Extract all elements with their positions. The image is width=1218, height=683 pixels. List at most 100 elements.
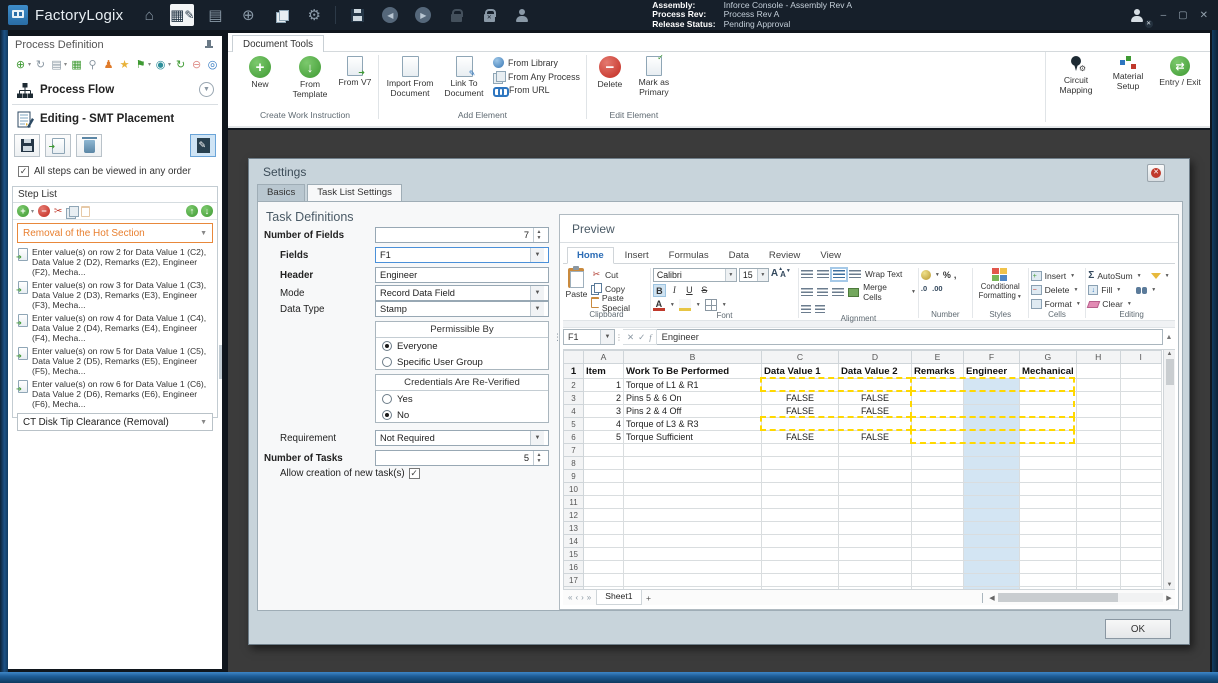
grid-cell-B3[interactable]: Pins 5 & 6 On	[623, 391, 762, 405]
grid-cell-D6[interactable]: FALSE	[838, 430, 912, 444]
grid-row-header-1[interactable]: 1	[563, 363, 584, 379]
order-checkbox-row[interactable]: ✓ All steps can be viewed in any order	[18, 166, 191, 177]
number-of-fields-stepper[interactable]: 7 ▲ ▼	[375, 227, 549, 243]
grid-cell-D13[interactable]	[838, 521, 912, 535]
stepper-arrows-icon[interactable]: ▲ ▼	[533, 451, 544, 465]
grid-cell-H1[interactable]	[1075, 363, 1121, 379]
grid-cell-B8[interactable]	[623, 456, 762, 470]
save-step-button[interactable]	[14, 134, 40, 157]
step-list-item[interactable]: ➜ Enter value(s) on row 5 for Data Value …	[13, 344, 217, 377]
grid-cell-G5[interactable]	[1019, 417, 1077, 431]
grid-cell-C13[interactable]	[761, 521, 839, 535]
grid-cell-G12[interactable]	[1019, 508, 1077, 522]
grid-cell-B2[interactable]: Torque of L1 & R1	[623, 378, 762, 392]
grid-cell-B17[interactable]	[623, 573, 762, 587]
grid-cell-C5[interactable]	[761, 417, 839, 431]
grid-cell-B15[interactable]	[623, 547, 762, 561]
grid-cell-A3[interactable]: 2	[583, 391, 624, 405]
grid-cell-I5[interactable]	[1119, 417, 1162, 431]
grid-cell-E4[interactable]	[911, 404, 964, 418]
grid-cell-H3[interactable]	[1075, 391, 1121, 405]
grid-cell-C6[interactable]: FALSE	[761, 430, 839, 444]
grid-cell-I12[interactable]	[1119, 508, 1162, 522]
grid-cell-A12[interactable]	[583, 508, 624, 522]
grid-cell-H15[interactable]	[1075, 547, 1121, 561]
grid-cell-G11[interactable]	[1019, 495, 1077, 509]
grid-cell-H6[interactable]	[1075, 430, 1121, 444]
grid-cell-C4[interactable]: FALSE	[761, 404, 839, 418]
excel-tab-insert[interactable]: Insert	[616, 248, 658, 263]
paste-special-button[interactable]: Paste Special	[590, 293, 648, 313]
user-icon[interactable]: ✕	[1125, 4, 1153, 28]
settings-gear-icon[interactable]: ⚙	[302, 4, 326, 26]
grid-cell-C10[interactable]	[761, 482, 839, 496]
remove-icon[interactable]: ⊖	[190, 58, 203, 71]
confirm-entry-icon[interactable]: ✓	[638, 332, 645, 343]
back-icon[interactable]: ◀	[378, 4, 402, 26]
grid-vertical-scrollbar[interactable]: ▲ ▼	[1163, 350, 1175, 589]
grid-cell-A13[interactable]	[583, 521, 624, 535]
grid-cell-E13[interactable]	[911, 521, 964, 535]
grid-cell-H5[interactable]	[1075, 417, 1121, 431]
grid-cell-G6[interactable]	[1019, 430, 1077, 444]
grid-cell-H9[interactable]	[1075, 469, 1121, 483]
grid-column-header-B[interactable]: B	[623, 350, 762, 364]
record-icon[interactable]: ◎	[206, 58, 219, 71]
grid-corner[interactable]	[563, 350, 584, 364]
grid-cell-E10[interactable]	[911, 482, 964, 496]
grid-cell-F7[interactable]	[963, 443, 1020, 457]
yes-radio-row[interactable]: Yes	[376, 391, 548, 407]
grid-column-header-D[interactable]: D	[838, 350, 912, 364]
grid-cell-G13[interactable]	[1019, 521, 1077, 535]
specific-user-group-radio-row[interactable]: Specific User Group	[376, 354, 548, 370]
grid-cell-C8[interactable]	[761, 456, 839, 470]
hscroll-thumb[interactable]	[998, 593, 1118, 602]
home-icon[interactable]: ⌂	[137, 4, 161, 26]
grid-cell-B18[interactable]	[623, 586, 762, 589]
material-setup-button[interactable]: Material Setup	[1106, 54, 1150, 122]
grid-cell-I6[interactable]	[1119, 430, 1162, 444]
close-button[interactable]: ✕	[1200, 10, 1208, 21]
grid-row-header-10[interactable]: 10	[563, 482, 584, 496]
from-url-button[interactable]: From URL	[493, 85, 580, 97]
grid-row-header-2[interactable]: 2	[563, 378, 584, 392]
name-box-arrow-icon[interactable]: ▼	[600, 330, 614, 344]
grid-cell-I17[interactable]	[1119, 573, 1162, 587]
chevron-down-icon[interactable]: ▼	[200, 419, 207, 426]
name-box[interactable]: F1 ▼	[563, 329, 615, 345]
grid-cell-H12[interactable]	[1075, 508, 1121, 522]
grid-cell-E16[interactable]	[911, 560, 964, 574]
grid-cell-D14[interactable]	[838, 534, 912, 548]
collapse-chevron-icon[interactable]: ▼	[199, 82, 214, 97]
grid-cell-A6[interactable]: 5	[583, 430, 624, 444]
grid-cell-B12[interactable]	[623, 508, 762, 522]
grid-row-header-15[interactable]: 15	[563, 547, 584, 561]
order-checkbox[interactable]: ✓	[18, 166, 29, 177]
header-input[interactable]: Engineer	[375, 267, 549, 283]
grid-cell-G17[interactable]	[1019, 573, 1077, 587]
grid-cell-I10[interactable]	[1119, 482, 1162, 496]
shrink-font-icon[interactable]: A ▼	[780, 268, 791, 282]
grid-cell-G2[interactable]	[1019, 378, 1077, 392]
yes-radio[interactable]	[382, 394, 392, 404]
grid-row-header-14[interactable]: 14	[563, 534, 584, 548]
allow-new-tasks-row[interactable]: Allow creation of new task(s) ✓	[280, 468, 420, 479]
grid-cell-A8[interactable]	[583, 456, 624, 470]
document-archive-icon[interactable]: ▤	[203, 4, 227, 26]
grid-cell-I14[interactable]	[1119, 534, 1162, 548]
from-library-button[interactable]: From Library	[493, 57, 580, 68]
grid-cell-D4[interactable]: FALSE	[838, 404, 912, 418]
grid-cell-F5[interactable]	[963, 417, 1020, 431]
grid-cell-F14[interactable]	[963, 534, 1020, 548]
restore-button[interactable]: ▢	[1178, 10, 1187, 21]
grid-cell-A18[interactable]	[583, 586, 624, 589]
grid-cell-F6[interactable]	[963, 430, 1020, 444]
grid-cell-H7[interactable]	[1075, 443, 1121, 457]
grid-cell-F2[interactable]	[963, 378, 1020, 392]
pin-tool-icon[interactable]: ⚲	[86, 58, 99, 71]
grid-cell-G4[interactable]	[1019, 404, 1077, 418]
sheet-nav-buttons[interactable]: «‹ ›»	[563, 593, 596, 602]
grid-cell-A7[interactable]	[583, 443, 624, 457]
grid-cell-I16[interactable]	[1119, 560, 1162, 574]
grid-cell-A14[interactable]	[583, 534, 624, 548]
